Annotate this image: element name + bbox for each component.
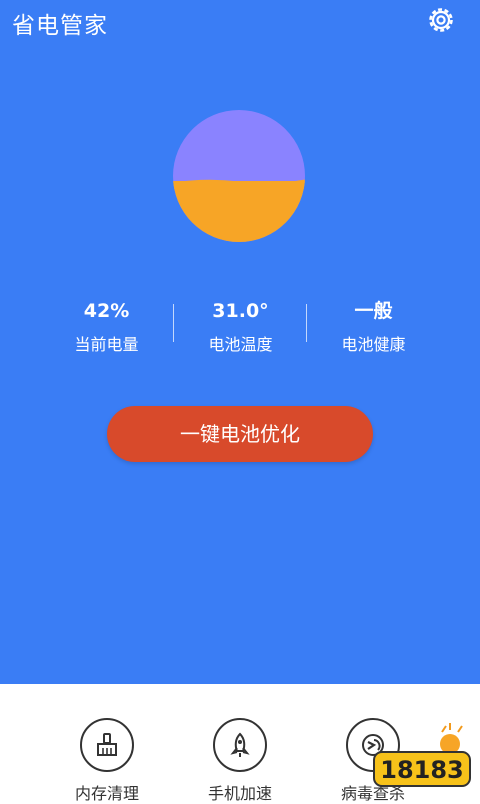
main-panel: 省电管家 42% 当前电量 31.0° 电池温度 一般 电池健康 一键电池优化 xyxy=(0,0,480,684)
stat-label: 当前电量 xyxy=(74,335,139,354)
tool-label: 手机加速 xyxy=(207,784,272,803)
battery-wave xyxy=(173,179,305,189)
stat-battery-health: 一般 电池健康 xyxy=(307,296,440,355)
tool-icon-ring xyxy=(213,718,267,772)
watermark-text: 18183 xyxy=(380,756,464,784)
stat-battery-level: 42% 当前电量 xyxy=(40,296,173,355)
optimize-battery-button[interactable]: 一键电池优化 xyxy=(107,406,373,462)
stat-label: 电池健康 xyxy=(341,335,406,354)
tool-phone-boost[interactable]: 手机加速 xyxy=(180,718,300,804)
app-title: 省电管家 xyxy=(12,13,108,39)
rocket-icon xyxy=(230,732,250,757)
stat-value: 42% xyxy=(83,300,130,322)
tool-memory-clean[interactable]: 内存清理 xyxy=(47,718,167,804)
tool-icon-ring xyxy=(80,718,134,772)
stat-value: 一般 xyxy=(354,300,393,322)
broom-icon xyxy=(97,733,117,756)
watermark-logo: 18183 xyxy=(373,723,471,787)
stat-battery-temperature: 31.0° 电池温度 xyxy=(174,296,307,355)
battery-level-indicator xyxy=(173,110,305,242)
stat-value: 31.0° xyxy=(212,300,269,322)
battery-stats: 42% 当前电量 31.0° 电池温度 一般 电池健康 xyxy=(40,296,440,362)
tool-label: 内存清理 xyxy=(74,784,139,803)
settings-gear-icon[interactable] xyxy=(425,4,457,36)
stat-label: 电池温度 xyxy=(208,335,273,354)
